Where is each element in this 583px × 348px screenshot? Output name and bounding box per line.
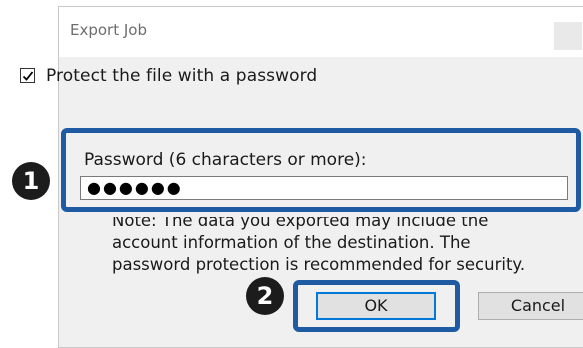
checkmark-icon xyxy=(22,71,34,81)
cancel-button[interactable]: Cancel xyxy=(478,292,583,320)
dialog-titlebar: Export Job xyxy=(59,7,583,57)
step-marker-1: 1 xyxy=(12,162,50,200)
security-note: Note: The data you exported may include … xyxy=(112,211,526,274)
dialog-title: Export Job xyxy=(70,21,147,39)
protect-password-label: Protect the file with a password xyxy=(46,66,318,86)
password-label: Password (6 characters or more): xyxy=(84,150,367,170)
password-input[interactable]: ●●●●●● xyxy=(80,176,568,200)
protect-password-checkbox[interactable] xyxy=(20,68,35,83)
step-marker-2: 2 xyxy=(246,277,284,315)
ok-button[interactable]: OK xyxy=(316,292,436,320)
close-icon[interactable] xyxy=(554,22,582,50)
